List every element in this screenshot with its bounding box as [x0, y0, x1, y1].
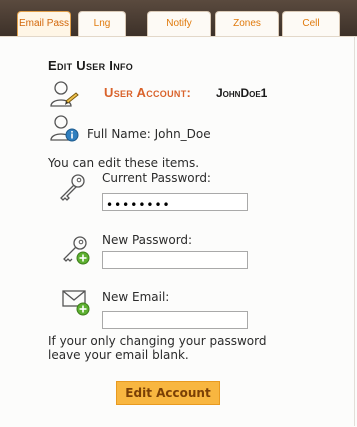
key-add-icon: [60, 234, 92, 266]
tab-lng[interactable]: Lng: [78, 11, 126, 36]
new-email-input[interactable]: [103, 315, 249, 331]
user-info-icon: [49, 113, 81, 145]
envelope-add-icon: [60, 285, 92, 317]
edit-account-button[interactable]: Edit Account: [116, 381, 220, 405]
new-password-field[interactable]: [102, 251, 249, 271]
new-email-field[interactable]: [102, 311, 249, 331]
key-icon: [56, 172, 88, 204]
user-icon: [48, 79, 80, 111]
current-password-label: Current Password:: [102, 171, 211, 185]
new-password-label: New Password:: [102, 233, 193, 247]
footer-note-line1: If your only changing your password: [48, 334, 267, 348]
tab-zones[interactable]: Zones: [215, 11, 279, 36]
new-email-label: New Email:: [102, 290, 170, 304]
footer-note-line2: leave your email blank.: [48, 348, 189, 362]
edit-user-panel: Email Pass Lng Notify Zones Cell Edit Us…: [0, 0, 357, 427]
tab-notify[interactable]: Notify: [147, 11, 211, 36]
current-password-input[interactable]: [103, 197, 249, 213]
edit-note: You can edit these items.: [48, 156, 200, 170]
panel-border: [354, 36, 355, 426]
account-label: User Account:: [104, 85, 192, 100]
full-name-text: Full Name: John_Doe: [87, 127, 211, 141]
tab-email-pass[interactable]: Email Pass: [17, 11, 71, 36]
account-row: User Account: JohnDoe1: [48, 79, 338, 109]
new-password-input[interactable]: [103, 255, 249, 271]
current-password-field[interactable]: [102, 193, 249, 213]
tab-cell[interactable]: Cell: [282, 11, 340, 36]
section-heading: Edit User Info: [48, 58, 134, 73]
account-value: JohnDoe1: [216, 86, 268, 100]
